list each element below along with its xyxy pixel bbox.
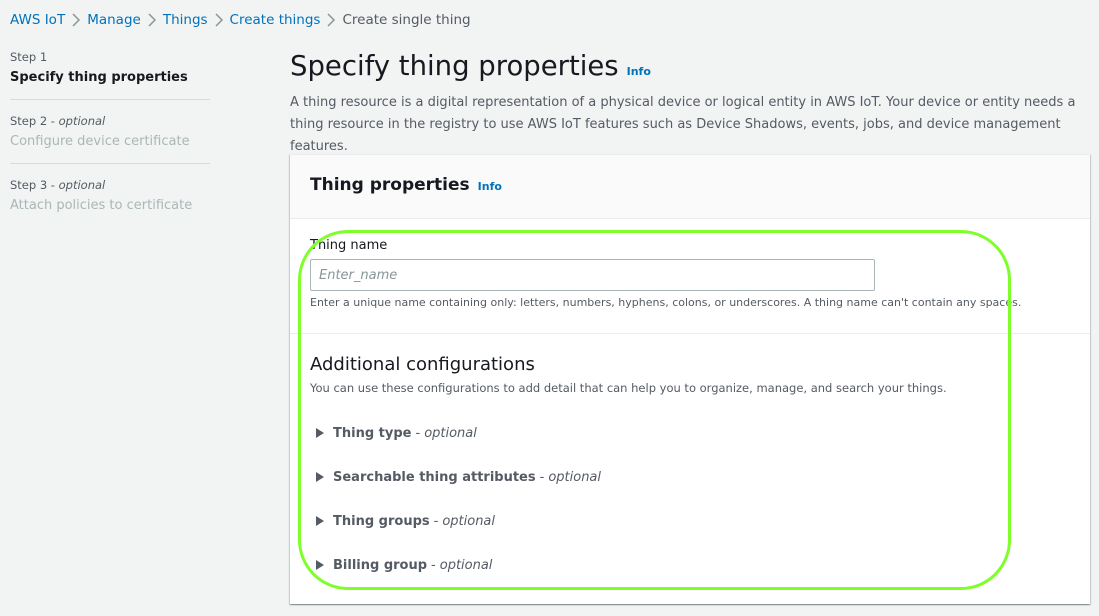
thing-name-section: Thing name Enter a unique name containin… <box>290 219 1090 334</box>
thing-properties-panel: Thing properties Info Thing name Enter a… <box>290 154 1090 604</box>
expander-separator: - <box>415 425 421 441</box>
breadcrumb-create-things[interactable]: Create things <box>230 12 321 28</box>
expander-label: Searchable thing attributes <box>333 469 536 485</box>
page-title-text: Specify thing properties <box>290 50 619 82</box>
caret-right-icon <box>316 516 324 526</box>
expander-label: Thing type <box>333 425 412 441</box>
breadcrumb-aws-iot[interactable]: AWS IoT <box>10 12 65 28</box>
wizard-steps: Step 1 Specify thing properties Step 2 -… <box>10 50 210 241</box>
step-title: Attach policies to certificate <box>10 198 193 213</box>
breadcrumb-current: Create single thing <box>342 12 471 28</box>
wizard-step-3: Step 3 - optional Attach policies to cer… <box>10 178 210 227</box>
caret-right-icon <box>316 560 324 570</box>
additional-configurations-section: Additional configurations You can use th… <box>290 334 1090 587</box>
thing-type-expander[interactable]: Thing type - optional <box>310 411 1070 455</box>
thing-name-input[interactable] <box>310 259 875 291</box>
expander-separator: - <box>539 469 545 485</box>
expander-optional: optional <box>439 557 493 573</box>
additional-configurations-title: Additional configurations <box>310 354 535 375</box>
step-number: Step 2 - optional <box>10 114 106 128</box>
chevron-right-icon <box>208 12 230 28</box>
step-title: Configure device certificate <box>10 134 190 149</box>
expander-list: Thing type - optional Searchable thing a… <box>310 411 1070 587</box>
chevron-right-icon <box>320 12 342 28</box>
caret-right-icon <box>316 428 324 438</box>
chevron-right-icon <box>141 12 163 28</box>
main-content: Specify thing properties Info A thing re… <box>290 50 1090 158</box>
page-description: A thing resource is a digital representa… <box>290 95 1076 154</box>
panel-title: Thing properties <box>310 175 470 195</box>
thing-groups-expander[interactable]: Thing groups - optional <box>310 499 1070 543</box>
page-info-link[interactable]: Info <box>627 65 651 78</box>
breadcrumb-things[interactable]: Things <box>163 12 208 28</box>
step-number: Step 1 <box>10 50 48 64</box>
chevron-right-icon <box>65 12 87 28</box>
breadcrumb: AWS IoT Manage Things Create things Crea… <box>10 11 471 29</box>
billing-group-expander[interactable]: Billing group - optional <box>310 543 1070 587</box>
expander-separator: - <box>431 557 436 573</box>
wizard-step-2: Step 2 - optional Configure device certi… <box>10 114 210 164</box>
expander-label: Billing group <box>333 557 428 573</box>
panel-header: Thing properties Info <box>290 155 1090 219</box>
wizard-step-1: Step 1 Specify thing properties <box>10 50 210 100</box>
additional-configurations-description: You can use these configurations to add … <box>310 381 947 395</box>
breadcrumb-manage[interactable]: Manage <box>87 12 141 28</box>
expander-optional: optional <box>442 513 496 529</box>
expander-optional: optional <box>424 425 477 441</box>
step-number: Step 3 - optional <box>10 178 106 192</box>
expander-label: Thing groups <box>333 513 430 529</box>
caret-right-icon <box>316 472 324 482</box>
page-title: Specify thing properties Info <box>290 50 1090 82</box>
thing-name-label: Thing name <box>310 238 388 253</box>
thing-name-hint: Enter a unique name containing only: let… <box>310 296 1022 309</box>
expander-optional: optional <box>548 469 602 485</box>
expander-separator: - <box>433 513 439 529</box>
panel-info-link[interactable]: Info <box>478 180 502 193</box>
searchable-thing-attributes-expander[interactable]: Searchable thing attributes - optional <box>310 455 1070 499</box>
step-title: Specify thing properties <box>10 70 188 85</box>
